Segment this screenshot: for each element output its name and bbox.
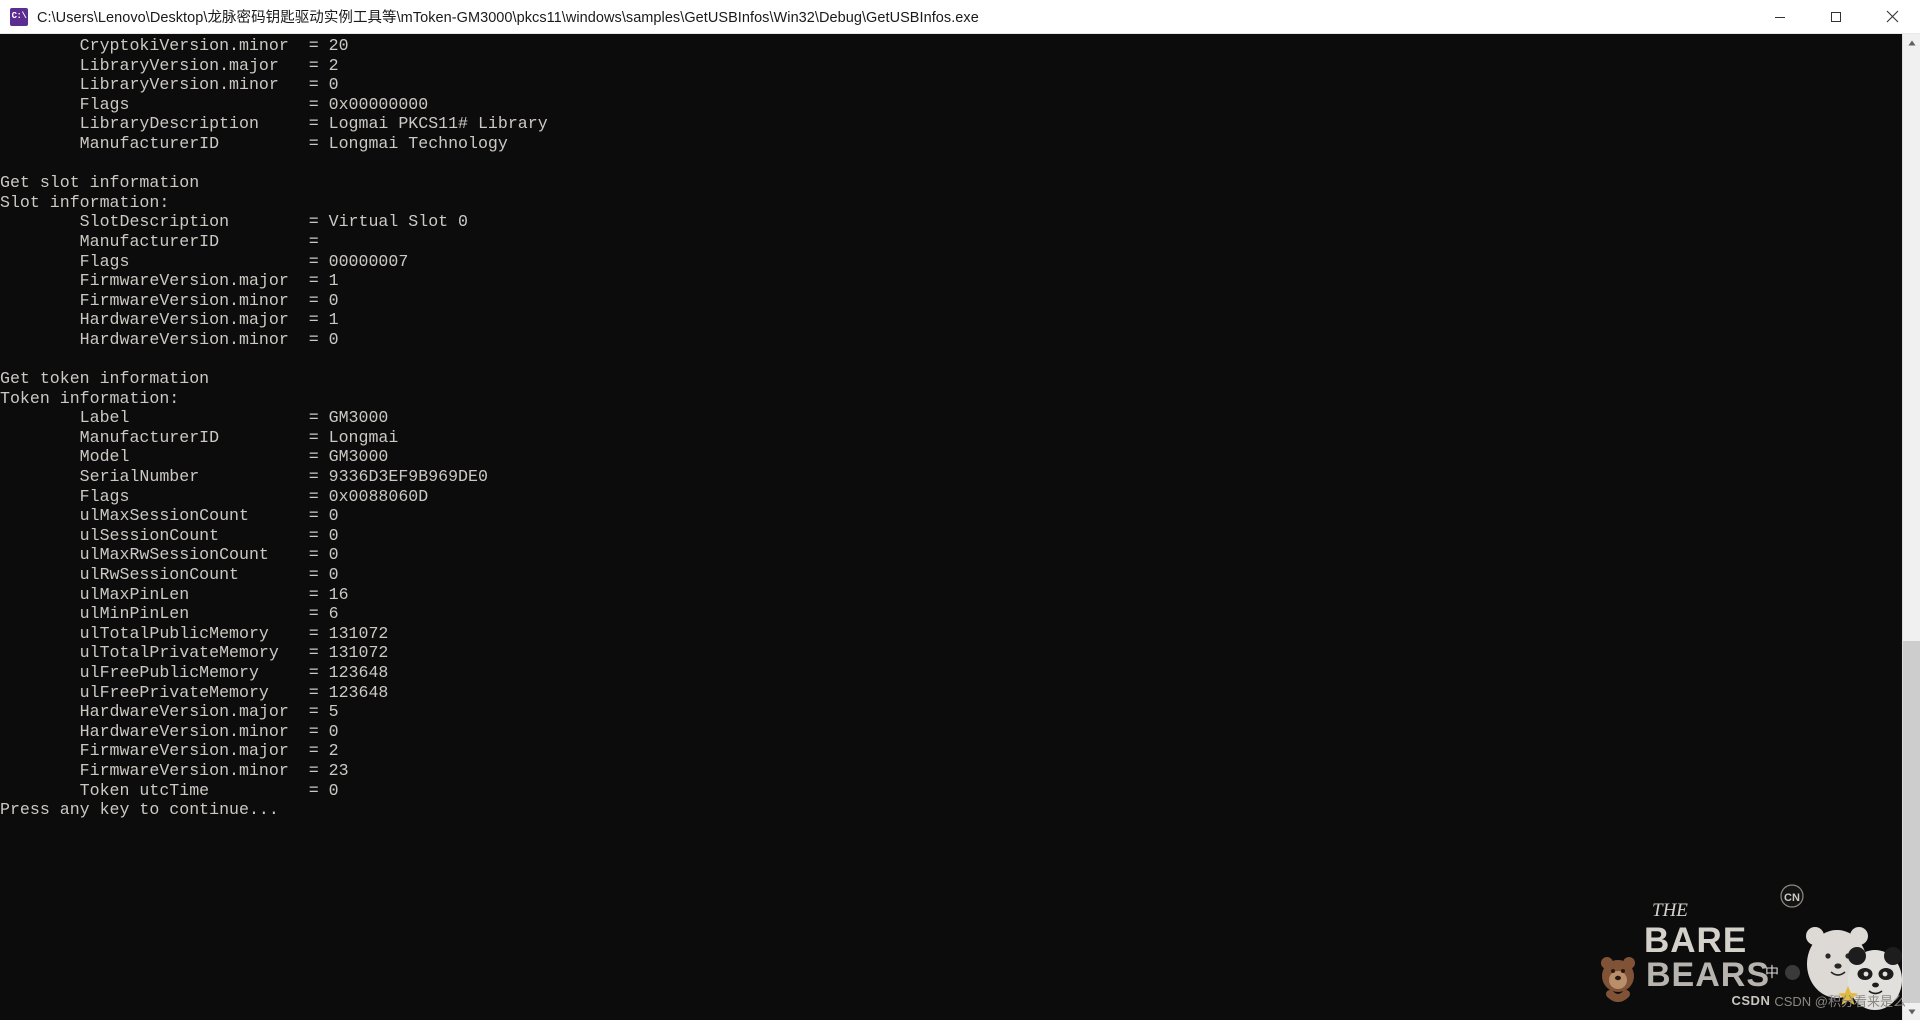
console-line: FirmwareVersion.minor = 23: [0, 760, 349, 780]
console-line: ulFreePublicMemory = 123648: [0, 663, 389, 682]
close-button[interactable]: [1864, 0, 1920, 33]
console-line: LibraryVersion.minor = 0: [0, 75, 339, 95]
title-bar[interactable]: C:\ C:\Users\Lenovo\Desktop\龙脉密码钥匙驱动实例工具…: [0, 0, 1920, 34]
console-line: HardwareVersion.major = 1: [0, 310, 339, 330]
console-line: FirmwareVersion.major = 1: [0, 271, 339, 291]
minimize-icon: [1775, 16, 1785, 18]
console-body[interactable]: CryptokiVersion.minor = 20 LibraryVersio…: [0, 34, 1920, 1020]
console-line: Flags = 00000007: [0, 251, 409, 271]
console-line: SerialNumber = 9336D3EF9B969DE0: [0, 467, 488, 487]
console-line: ulFreePrivateMemory = 123648: [0, 682, 389, 702]
console-window: C:\ C:\Users\Lenovo\Desktop\龙脉密码钥匙驱动实例工具…: [0, 0, 1920, 1020]
console-line: ulSessionCount = 0: [0, 525, 339, 545]
console-line: ManufacturerID =: [0, 231, 319, 251]
console-line: Label = GM3000: [0, 408, 389, 428]
cmd-console-icon-glyph: C:\: [11, 11, 27, 21]
console-line: Press any key to continue...: [0, 800, 279, 820]
maximize-button[interactable]: [1808, 0, 1864, 33]
console-line: LibraryVersion.major = 2: [0, 55, 339, 75]
console-output[interactable]: CryptokiVersion.minor = 20 LibraryVersio…: [0, 34, 1902, 1020]
vertical-scrollbar[interactable]: [1902, 34, 1920, 1020]
console-line: ManufacturerID = Longmai Technology: [0, 133, 508, 153]
console-line: ManufacturerID = Longmai: [0, 427, 399, 447]
console-line: Flags = 0x0088060D: [0, 486, 429, 506]
csdn-author-label: CSDN @积分看来是么: [1774, 994, 1906, 1009]
console-line: ulMaxPinLen = 16: [0, 584, 349, 604]
close-icon: [1886, 10, 1898, 23]
console-line: Get token information: [0, 369, 210, 389]
scroll-up-button[interactable]: [1903, 34, 1920, 51]
console-line: FirmwareVersion.minor = 0: [0, 290, 339, 310]
scrollbar-track[interactable]: [1903, 51, 1920, 1003]
console-line: Model = GM3000: [0, 447, 389, 467]
console-line: ulRwSessionCount = 0: [0, 565, 339, 585]
console-line: Token utcTime = 0: [0, 780, 339, 800]
console-line: ulMinPinLen = 6: [0, 604, 339, 624]
csdn-logo-label: CSDN: [1731, 993, 1771, 1008]
console-line: ulMaxRwSessionCount = 0: [0, 545, 339, 565]
console-line: Flags = 0x00000000: [0, 94, 429, 114]
console-line: ulTotalPublicMemory = 131072: [0, 623, 389, 643]
csdn-watermark-credit: CSDN CSDN @积分看来是么: [1732, 991, 1907, 1010]
console-line: SlotDescription = Virtual Slot 0: [0, 212, 469, 232]
console-line: Get slot information: [0, 173, 200, 193]
cmd-console-icon: C:\: [10, 7, 28, 26]
chevron-down-icon: [1908, 1009, 1915, 1014]
minimize-button[interactable]: [1752, 0, 1808, 33]
console-line: LibraryDescription = Logmai PKCS11# Libr…: [0, 114, 548, 134]
console-line: ulTotalPrivateMemory = 131072: [0, 643, 389, 663]
console-line: HardwareVersion.minor = 0: [0, 329, 339, 349]
maximize-icon: [1831, 11, 1841, 22]
console-line: ulMaxSessionCount = 0: [0, 506, 339, 526]
console-line: HardwareVersion.major = 5: [0, 702, 339, 722]
console-line: HardwareVersion.minor = 0: [0, 721, 339, 741]
console-line: FirmwareVersion.major = 2: [0, 741, 339, 761]
scrollbar-thumb[interactable]: [1903, 641, 1920, 1003]
chevron-up-icon: [1908, 40, 1915, 45]
console-line: Token information:: [0, 388, 180, 408]
console-line: CryptokiVersion.minor = 20: [0, 36, 349, 55]
window-title: C:\Users\Lenovo\Desktop\龙脉密码钥匙驱动实例工具等\mT…: [37, 10, 979, 26]
console-line: Slot information:: [0, 192, 170, 212]
window-controls: [1752, 0, 1920, 33]
